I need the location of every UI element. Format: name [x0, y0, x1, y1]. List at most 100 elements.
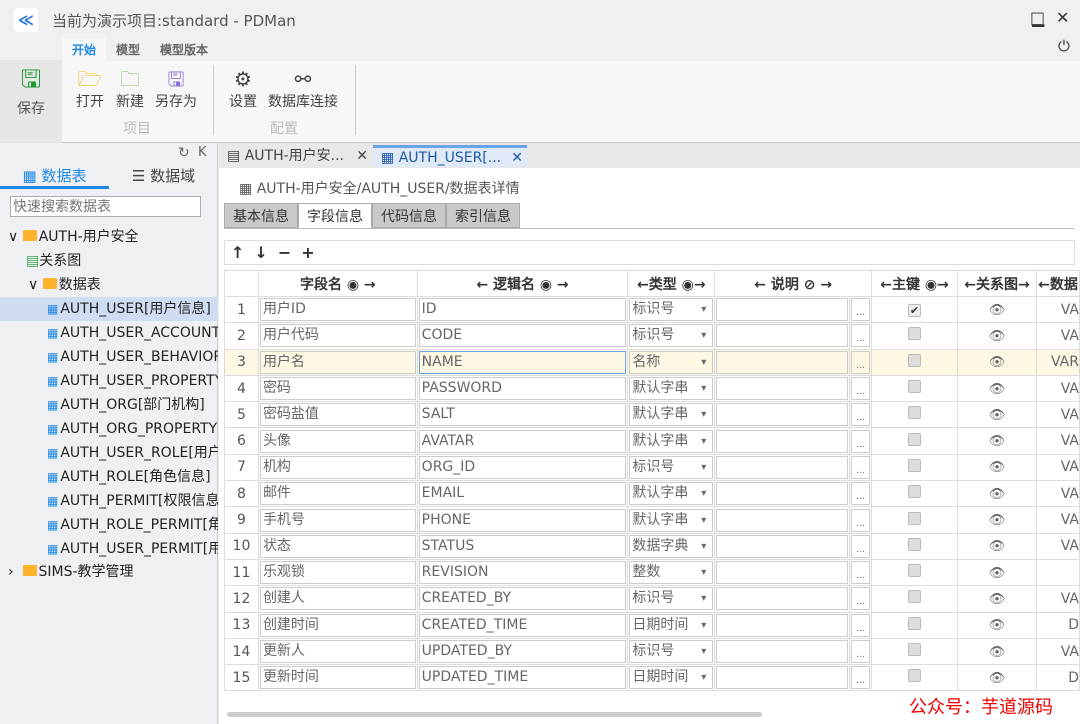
- header-data-type[interactable]: ←数据: [1035, 270, 1080, 297]
- field-name-input[interactable]: 更新人: [259, 640, 416, 663]
- primary-key-checkbox[interactable]: [908, 353, 922, 367]
- more-button[interactable]: …: [851, 640, 871, 663]
- open-button[interactable]: 🗁 打开: [76, 67, 104, 111]
- description-input[interactable]: [716, 587, 849, 611]
- primary-key-checkbox[interactable]: [908, 616, 922, 630]
- header-diagram[interactable]: ←关系图→: [956, 270, 1037, 297]
- type-select[interactable]: 标识号 ▾: [629, 455, 714, 479]
- more-button[interactable]: …: [851, 455, 871, 479]
- primary-key-checkbox[interactable]: [908, 537, 922, 551]
- header-description[interactable]: ← 说明 ⊘ →: [714, 270, 873, 297]
- sidebar-tab-tables[interactable]: ▦ 数据表: [0, 165, 109, 189]
- tab-field-info[interactable]: 字段信息: [298, 203, 372, 228]
- tree-table-item[interactable]: ▦AUTH_USER_ROLE[用户角: [0, 441, 218, 465]
- logout-icon[interactable]: ⏻: [1058, 37, 1070, 55]
- more-button[interactable]: …: [851, 613, 871, 637]
- field-name-input[interactable]: 密码: [259, 377, 416, 401]
- remove-field-button[interactable]: −: [278, 243, 301, 262]
- move-up-button[interactable]: ↑: [231, 243, 254, 262]
- eye-icon[interactable]: 👁: [989, 408, 1006, 423]
- header-field-name[interactable]: 字段名 ◉ →: [257, 270, 418, 297]
- description-input[interactable]: [716, 429, 849, 453]
- eye-icon[interactable]: 👁: [989, 329, 1006, 344]
- ribbon-tab-model-version[interactable]: 模型版本: [150, 38, 218, 61]
- tree-module-sims[interactable]: › SIMS-教学管理: [0, 560, 218, 584]
- eye-icon[interactable]: 👁: [989, 592, 1006, 607]
- primary-key-checkbox[interactable]: [908, 564, 922, 578]
- primary-key-checkbox[interactable]: [908, 485, 922, 499]
- eye-icon[interactable]: 👁: [989, 539, 1006, 554]
- eye-icon[interactable]: 👁: [989, 513, 1006, 528]
- more-button[interactable]: …: [851, 350, 871, 374]
- type-select[interactable]: 日期时间 ▾: [629, 666, 714, 690]
- description-input[interactable]: [716, 324, 849, 348]
- field-name-input[interactable]: 乐观锁: [259, 561, 416, 585]
- close-icon[interactable]: ✕: [511, 148, 523, 168]
- type-select[interactable]: 默认字串 ▾: [629, 403, 714, 427]
- logical-name-input[interactable]: AVATAR: [418, 429, 627, 453]
- doc-tab-auth-user[interactable]: ▦ AUTH_USER[... ✕: [373, 145, 527, 167]
- description-input[interactable]: [716, 640, 849, 663]
- primary-key-checkbox[interactable]: [908, 406, 922, 420]
- field-name-input[interactable]: 创建人: [259, 587, 416, 611]
- type-select[interactable]: 默认字串 ▾: [629, 508, 714, 532]
- more-button[interactable]: …: [851, 403, 871, 427]
- primary-key-checkbox[interactable]: [908, 511, 922, 525]
- eye-icon[interactable]: 👁: [989, 382, 1006, 397]
- header-primary-key[interactable]: ←主键 ◉→: [871, 270, 958, 297]
- description-input[interactable]: [716, 613, 849, 637]
- logical-name-input[interactable]: REVISION: [418, 561, 627, 585]
- header-type[interactable]: ←类型 ◉→: [627, 270, 716, 297]
- eye-icon[interactable]: 👁: [989, 566, 1006, 581]
- field-name-input[interactable]: 状态: [259, 534, 416, 558]
- tree-table-item[interactable]: ▦ AUTH_PERMIT[权限信息: [0, 489, 218, 513]
- tree-table-item[interactable]: ▦ AUTH_ORG[部门机构]: [0, 393, 218, 417]
- logical-name-input[interactable]: UPDATED_TIME: [418, 666, 627, 690]
- eye-icon[interactable]: 👁: [989, 434, 1006, 449]
- logical-name-input[interactable]: ID: [418, 298, 627, 322]
- collapse-icon[interactable]: K: [198, 145, 207, 160]
- primary-key-checkbox[interactable]: [908, 669, 922, 683]
- eye-icon[interactable]: 👁: [989, 618, 1006, 633]
- tree-tables-folder[interactable]: ∨ 数据表: [0, 273, 218, 297]
- field-name-input[interactable]: 创建时间: [259, 613, 416, 637]
- field-name-input[interactable]: 邮件: [259, 482, 416, 506]
- field-name-input[interactable]: 机构: [259, 455, 416, 479]
- more-button[interactable]: …: [851, 508, 871, 532]
- tree-table-item[interactable]: ▦ AUTH_USER[用户信息]: [0, 297, 218, 321]
- eye-icon[interactable]: 👁: [989, 671, 1006, 686]
- type-select[interactable]: 标识号 ▾: [629, 324, 714, 348]
- primary-key-checkbox[interactable]: [908, 327, 922, 341]
- field-name-input[interactable]: 手机号: [259, 508, 416, 532]
- ribbon-tab-model[interactable]: 模型: [106, 38, 150, 61]
- field-name-input[interactable]: 用户名: [259, 350, 416, 374]
- field-name-input[interactable]: 用户代码: [259, 324, 416, 348]
- type-select[interactable]: 默认字串 ▾: [629, 429, 714, 453]
- more-button[interactable]: …: [851, 587, 871, 611]
- more-button[interactable]: …: [851, 534, 871, 558]
- logical-name-input[interactable]: STATUS: [418, 534, 627, 558]
- tree-table-item[interactable]: ▦AUTH_USER_PERMIT[用户: [0, 537, 218, 561]
- primary-key-checkbox[interactable]: [908, 432, 922, 446]
- logical-name-input[interactable]: ORG_ID: [418, 455, 627, 479]
- new-button[interactable]: 🗀 新建: [116, 67, 144, 111]
- tree-table-item[interactable]: ▦AUTH_ORG_PROPERTY[机: [0, 417, 218, 441]
- maximize-button[interactable]: □: [1030, 8, 1045, 27]
- tab-index-info[interactable]: 索引信息: [446, 203, 520, 228]
- more-button[interactable]: …: [851, 324, 871, 348]
- type-select[interactable]: 标识号 ▾: [629, 587, 714, 611]
- refresh-icon[interactable]: ↻: [178, 145, 190, 161]
- more-button[interactable]: …: [851, 429, 871, 453]
- type-select[interactable]: 日期时间 ▾: [629, 613, 714, 637]
- type-select[interactable]: 默认字串 ▾: [629, 482, 714, 506]
- field-name-input[interactable]: 用户ID: [259, 298, 416, 322]
- more-button[interactable]: …: [851, 298, 871, 322]
- close-button[interactable]: ✕: [1056, 8, 1069, 27]
- description-input[interactable]: [716, 666, 849, 690]
- add-field-button[interactable]: +: [301, 243, 324, 262]
- save-button[interactable]: 🖫 保存: [0, 60, 62, 143]
- logical-name-input[interactable]: UPDATED_BY: [418, 640, 627, 663]
- logical-name-input[interactable]: PHONE: [418, 508, 627, 532]
- primary-key-checkbox[interactable]: [908, 380, 922, 394]
- description-input[interactable]: [716, 455, 849, 479]
